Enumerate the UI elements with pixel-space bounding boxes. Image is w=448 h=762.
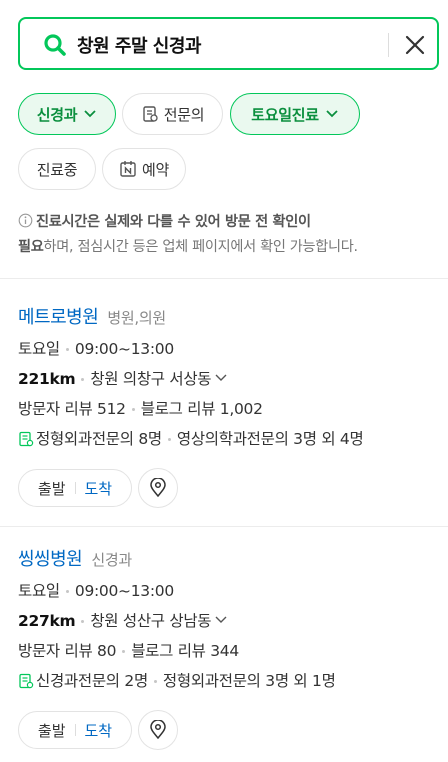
place-open-day: 토요일 [18,340,60,358]
arrive-button[interactable]: 도착 [85,478,113,499]
visitor-review-count[interactable]: 방문자 리뷰 512 [18,400,126,418]
place-address: 창원 의창구 서상동 [90,370,212,388]
separator-dot [65,348,69,351]
route-divider [74,724,76,736]
divider [0,526,448,527]
separator-dot [81,378,85,381]
place-address: 창원 성산구 상남동 [90,612,212,630]
chevron-down-icon [215,616,227,623]
specialist-doc-icon [19,673,34,689]
chevron-down-icon [326,110,338,118]
map-pin-icon [150,478,166,498]
filter-chip-label: 전문의 [163,105,205,124]
search-box[interactable]: 창원 주말 신경과 [18,17,439,70]
place-category: 신경과 [91,551,132,569]
close-icon[interactable] [403,33,427,57]
route-button[interactable]: 출발 도착 [18,711,132,749]
arrive-button[interactable]: 도착 [85,720,113,741]
place-card[interactable]: 메트로병원 병원,의원 토요일 09:00~13:00 221km 창원 의창구 서… [18,303,438,508]
filter-chip-label: 토요일진료 [251,105,319,124]
filter-chip-label: 진료중 [36,160,78,179]
specialist-doc-icon [143,106,158,122]
filter-chip-booking[interactable]: 예약 [102,148,186,190]
specialist-info: 신경과전문의 2명 [36,672,148,690]
separator-dot [167,438,171,441]
divider [0,278,448,279]
separator-dot [131,408,135,411]
filter-chip-department[interactable]: 신경과 [18,93,116,135]
map-pin-button[interactable] [138,710,178,750]
place-distance: 227km [18,612,76,630]
place-distance: 221km [18,370,76,388]
filter-chip-specialist[interactable]: 전문의 [122,93,223,135]
depart-button[interactable]: 출발 [38,478,66,499]
filter-chip-saturday[interactable]: 토요일진료 [230,93,360,135]
notice-bold-text: 진료시간은 실제와 다를 수 있어 방문 전 확인이 [36,214,311,230]
notice-text: 하며, 점심시간 등은 업체 페이지에서 확인 가능합니다. [43,239,359,255]
specialist-info-extra: 정형외과전문의 3명 외 1명 [162,672,336,690]
search-input[interactable]: 창원 주말 신경과 [77,32,201,58]
place-category: 병원,의원 [107,309,166,327]
chevron-down-icon [215,374,227,381]
search-icon [44,34,66,56]
specialist-info: 정형외과전문의 8명 [36,430,162,448]
notice-bold-text-2: 필요 [18,239,44,255]
blog-review-count[interactable]: 블로그 리뷰 344 [131,642,239,660]
hours-notice: 진료시간은 실제와 다를 수 있어 방문 전 확인이필요하며, 점심시간 등은 … [18,210,438,260]
place-name[interactable]: 씽씽병원 [18,549,83,570]
filter-chip-label: 예약 [141,160,169,179]
chevron-down-icon [84,110,96,118]
info-icon [18,213,33,228]
place-card[interactable]: 씽씽병원 신경과 토요일 09:00~13:00 227km 창원 성산구 상남동 … [18,545,438,750]
specialist-info-extra: 영상의학과전문의 3명 외 4명 [176,430,364,448]
map-pin-button[interactable] [138,468,178,508]
place-address-row[interactable]: 221km 창원 의창구 서상동 [18,364,438,394]
route-divider [74,482,76,494]
depart-button[interactable]: 출발 [38,720,66,741]
filter-chip-open-now[interactable]: 진료중 [18,148,96,190]
route-button[interactable]: 출발 도착 [18,469,132,507]
separator-dot [65,590,69,593]
separator-dot [81,620,85,623]
specialist-doc-icon [19,431,34,447]
place-open-day: 토요일 [18,582,60,600]
filter-chip-label: 신경과 [36,105,78,124]
place-hours: 09:00~13:00 [74,582,174,600]
place-name[interactable]: 메트로병원 [18,307,99,328]
place-hours: 09:00~13:00 [74,340,174,358]
separator-dot [153,680,157,683]
search-divider [388,33,389,57]
blog-review-count[interactable]: 블로그 리뷰 1,002 [141,400,263,418]
naver-booking-icon [120,161,136,177]
place-address-row[interactable]: 227km 창원 성산구 상남동 [18,606,438,636]
map-pin-icon [150,720,166,740]
separator-dot [122,650,126,653]
visitor-review-count[interactable]: 방문자 리뷰 80 [18,642,116,660]
